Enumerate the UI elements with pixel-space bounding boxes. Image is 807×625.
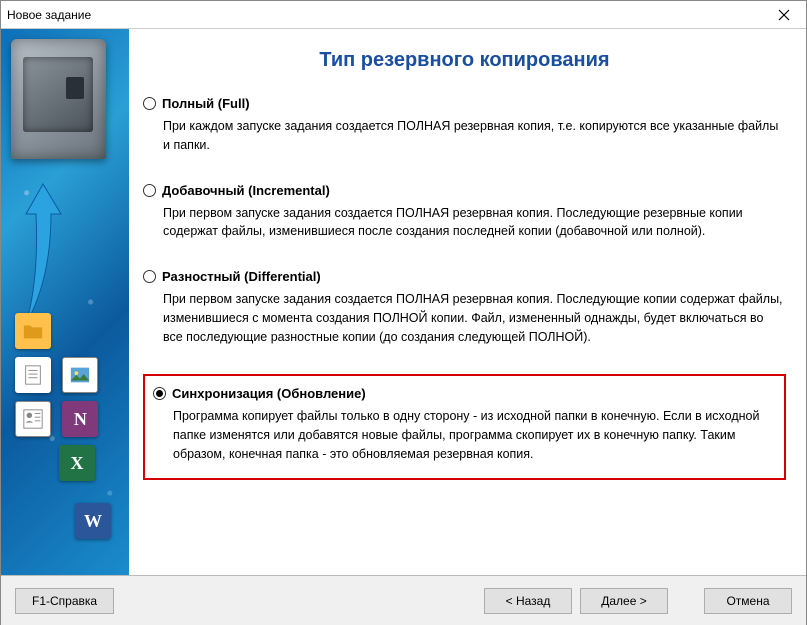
back-button[interactable]: < Назад: [484, 588, 572, 614]
onenote-icon: N: [62, 401, 98, 437]
option-incremental-title: Добавочный (Incremental): [162, 183, 330, 198]
main-area: N X W Тип резервного копирования Полный …: [1, 29, 806, 575]
option-full-desc: При каждом запуске задания создается ПОЛ…: [163, 117, 786, 155]
close-icon: [778, 9, 790, 21]
radio-sync[interactable]: [153, 387, 166, 400]
option-sync-title: Синхронизация (Обновление): [172, 386, 366, 401]
sidebar-icons: N X W: [11, 309, 121, 543]
option-differential-desc: При первом запуске задания создается ПОЛ…: [163, 290, 786, 346]
button-bar: F1-Справка < Назад Далее > Отмена: [1, 575, 806, 625]
window-title: Новое задание: [7, 8, 91, 22]
excel-letter: X: [71, 453, 84, 474]
content-panel: Тип резервного копирования Полный (Full)…: [129, 29, 806, 575]
word-letter: W: [84, 511, 102, 532]
close-button[interactable]: [761, 1, 806, 29]
safe-icon: [11, 39, 106, 159]
option-differential-title: Разностный (Differential): [162, 269, 321, 284]
excel-icon: X: [59, 445, 95, 481]
onenote-letter: N: [74, 409, 87, 430]
option-full[interactable]: Полный (Full) При каждом запуске задания…: [143, 96, 786, 155]
titlebar: Новое задание: [1, 1, 806, 29]
option-differential[interactable]: Разностный (Differential) При первом зап…: [143, 269, 786, 346]
radio-incremental[interactable]: [143, 184, 156, 197]
radio-full[interactable]: [143, 97, 156, 110]
next-button[interactable]: Далее >: [580, 588, 668, 614]
contact-icon: [15, 401, 51, 437]
page-heading: Тип резервного копирования: [143, 49, 786, 72]
word-icon: W: [75, 503, 111, 539]
cancel-button[interactable]: Отмена: [704, 588, 792, 614]
sidebar: N X W: [1, 29, 129, 575]
option-incremental-desc: При первом запуске задания создается ПОЛ…: [163, 204, 786, 242]
option-full-title: Полный (Full): [162, 96, 250, 111]
option-incremental[interactable]: Добавочный (Incremental) При первом запу…: [143, 183, 786, 242]
option-sync[interactable]: Синхронизация (Обновление) Программа коп…: [143, 374, 786, 479]
help-button[interactable]: F1-Справка: [15, 588, 114, 614]
radio-differential[interactable]: [143, 270, 156, 283]
arrow-up-icon: [21, 179, 66, 329]
folder-icon: [15, 313, 51, 349]
document-icon: [15, 357, 51, 393]
picture-icon: [62, 357, 98, 393]
option-sync-desc: Программа копирует файлы только в одну с…: [173, 407, 776, 463]
